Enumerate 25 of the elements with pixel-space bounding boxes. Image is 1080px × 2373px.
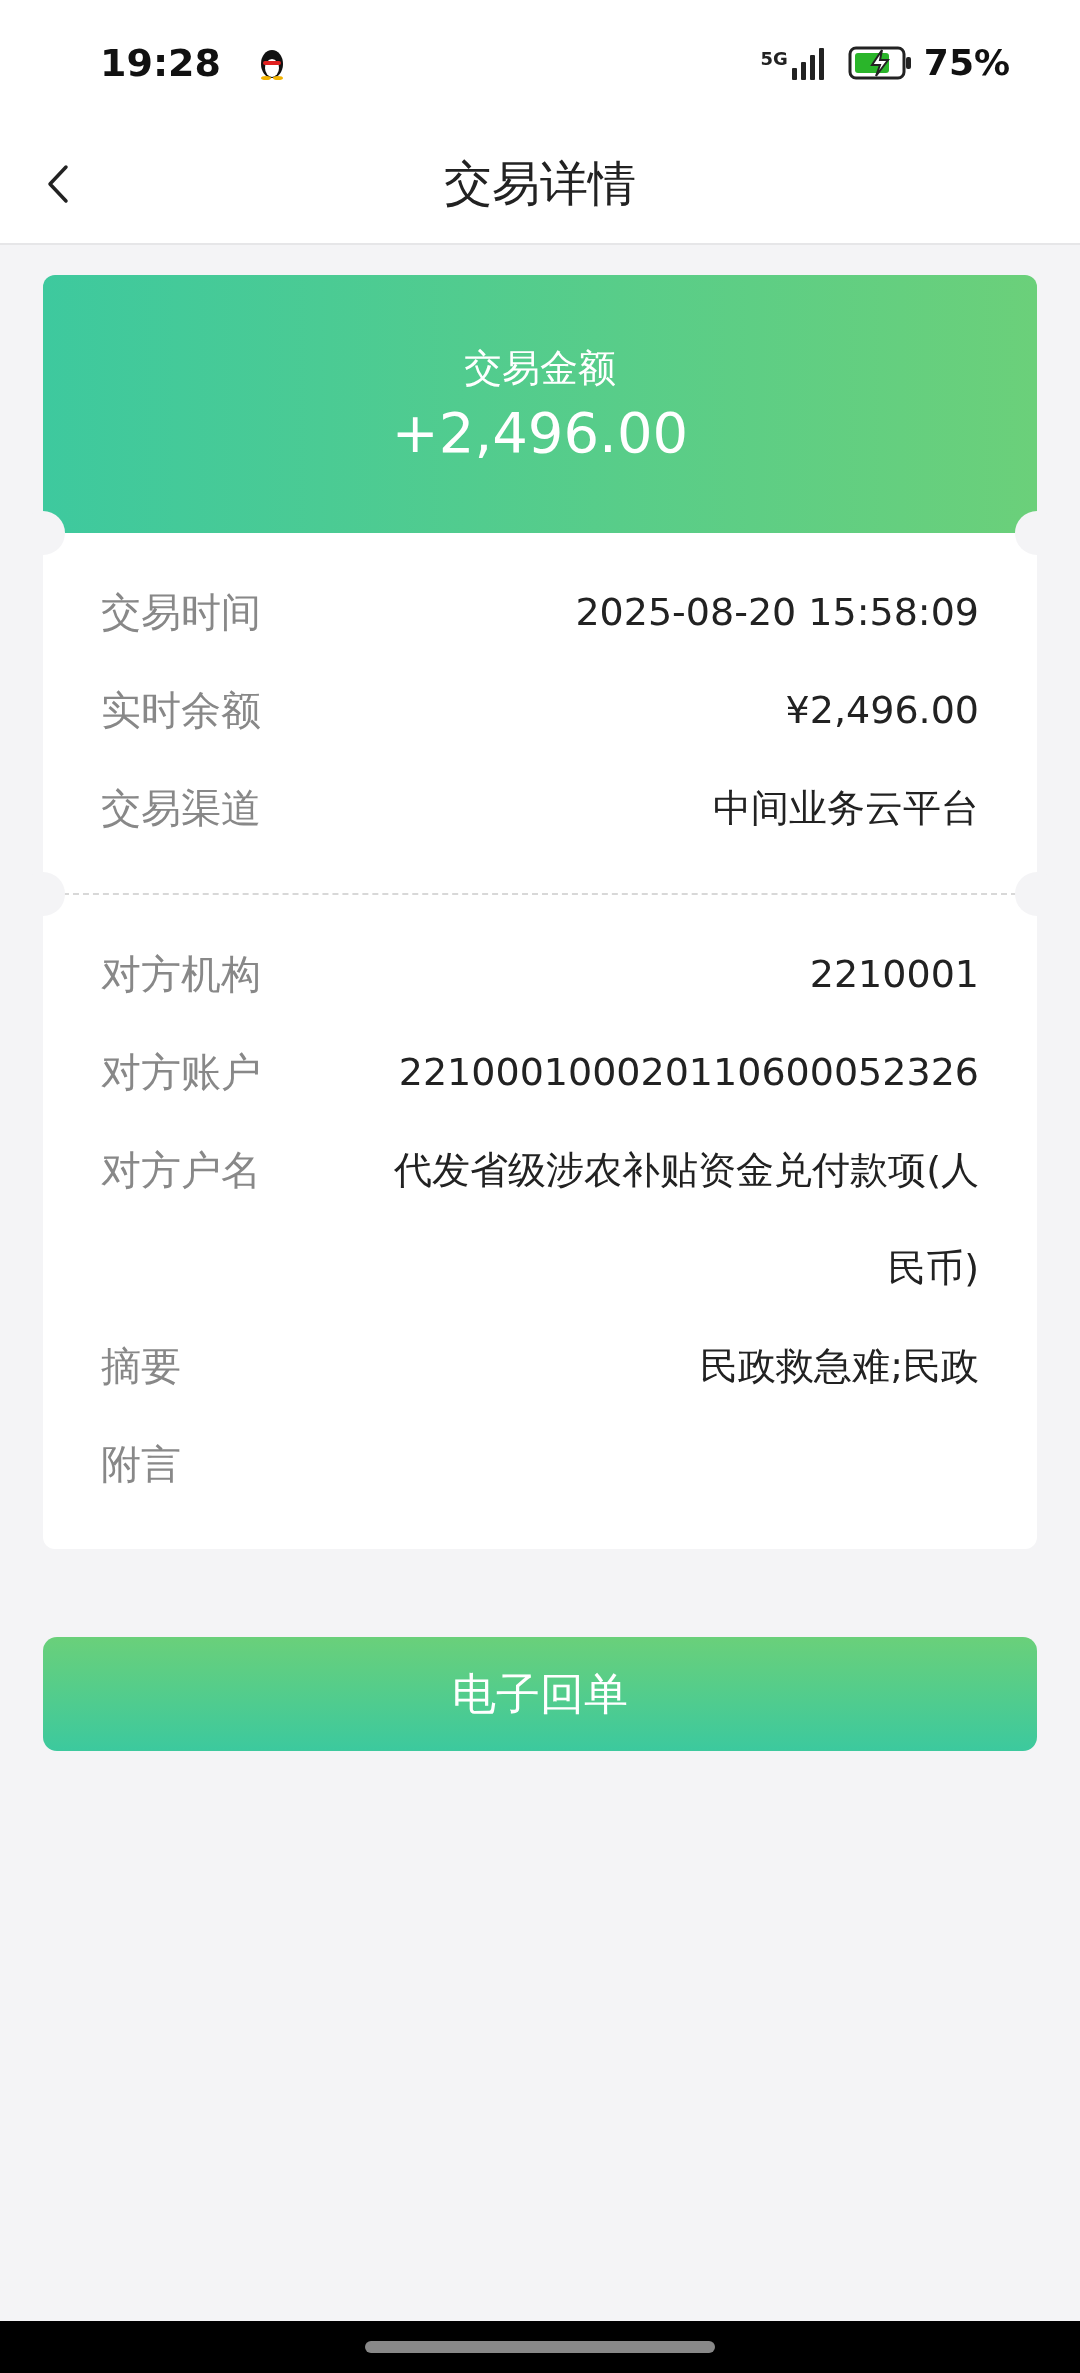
status-time: 19:28	[100, 40, 221, 85]
field-value: 民政救急难;民政	[700, 1343, 979, 1390]
amount-value: +2,496.00	[391, 400, 689, 465]
field-value: 2025-08-20 15:58:09	[575, 589, 979, 636]
network-type: 5G	[760, 48, 788, 69]
receipt-button[interactable]: 电子回单	[43, 1637, 1037, 1751]
amount-label: 交易金额	[464, 345, 616, 392]
field-value: 2210001	[809, 951, 979, 998]
field-value: 221000100020110600052326	[398, 1049, 979, 1096]
field-value: 代发省级涉农补贴资金兑付款项(人民币)	[393, 1147, 979, 1292]
field-label: 附言	[101, 1440, 181, 1489]
signal-icon	[791, 45, 826, 80]
field-label: 交易渠道	[101, 784, 261, 833]
field-value: 中间业务云平台	[713, 785, 979, 832]
page-title: 交易详情	[444, 154, 636, 213]
field-label: 交易时间	[101, 588, 261, 637]
field-label: 实时余额	[101, 686, 261, 735]
field-label: 对方账户	[101, 1048, 261, 1097]
battery-icon	[847, 45, 912, 80]
back-icon[interactable]	[46, 164, 70, 204]
field-label: 摘要	[101, 1342, 181, 1391]
field-label: 对方户名	[101, 1146, 261, 1195]
field-label: 对方机构	[101, 950, 261, 999]
field-value: ¥2,496.00	[785, 687, 979, 734]
battery-percent: 75%	[923, 42, 1010, 83]
